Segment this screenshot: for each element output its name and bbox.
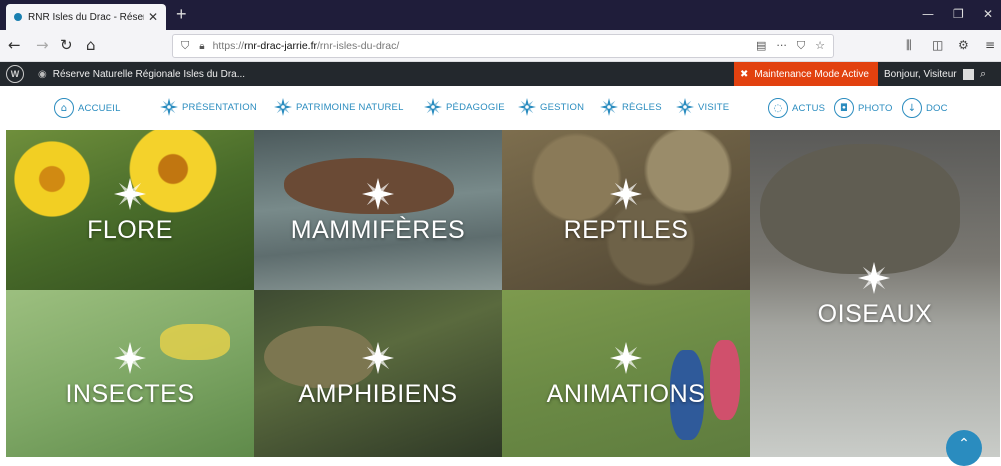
nav-accueil-label: ACCUEIL xyxy=(78,102,121,114)
compass-star-icon xyxy=(160,98,178,116)
shield-icon[interactable]: ⛉ xyxy=(181,39,189,53)
wordpress-logo-icon[interactable]: W xyxy=(6,65,24,83)
compass-star-icon xyxy=(610,342,642,374)
extension-icon[interactable]: ⚙ xyxy=(958,38,969,52)
tile-amphibiens-label: AMPHIBIENS xyxy=(298,380,458,408)
browser-tab-bar: RNR Isles du Drac - Réserve Na ✕ + — ❐ ✕ xyxy=(0,0,1001,30)
back-icon[interactable]: ← xyxy=(8,36,21,54)
tile-amphibiens[interactable]: AMPHIBIENS xyxy=(254,290,502,457)
nav-patrimoine[interactable]: PATRIMOINE NATUREL xyxy=(274,98,404,116)
nav-actus-label: ACTUS xyxy=(792,102,826,114)
tile-animations[interactable]: ANIMATIONS xyxy=(502,290,750,457)
scroll-top-button[interactable]: ⌃ xyxy=(946,430,982,466)
nav-accueil[interactable]: ⌂ ACCUEIL xyxy=(54,98,121,118)
sidebar-icon[interactable]: ◫ xyxy=(932,38,943,52)
compass-star-icon xyxy=(600,98,618,116)
maintenance-badge[interactable]: ✖ Maintenance Mode Active xyxy=(734,62,878,86)
tile-insectes-label: INSECTES xyxy=(65,380,195,408)
nav-presentation[interactable]: PRÉSENTATION xyxy=(160,98,257,116)
site-favicon-icon xyxy=(14,13,22,21)
nav-photo-label: PHOTO xyxy=(858,102,893,114)
nav-doc-label: DOC xyxy=(926,102,948,114)
compass-star-icon xyxy=(676,98,694,116)
wp-admin-bar: W ◉ Réserve Naturelle Régionale Isles du… xyxy=(0,62,1001,86)
nav-visite[interactable]: VISITE xyxy=(676,98,729,116)
tile-mammiferes-label: MAMMIFÈRES xyxy=(290,216,466,244)
greeting-label: Bonjour, Visiteur xyxy=(884,68,957,80)
page-actions-icon[interactable]: ··· xyxy=(776,39,787,53)
site-nav: ⌂ ACCUEIL PRÉSENTATION PATRIMOINE NATURE… xyxy=(0,86,1001,130)
compass-star-icon xyxy=(362,342,394,374)
maximize-icon[interactable]: ❐ xyxy=(953,7,964,21)
url-path: /rnr-isles-du-drac/ xyxy=(317,40,400,52)
compass-star-icon xyxy=(114,178,146,210)
compass-star-icon xyxy=(858,262,890,294)
tab-title: RNR Isles du Drac - Réserve Na xyxy=(28,11,144,23)
lock-icon[interactable]: 🔒︎ xyxy=(199,41,204,52)
admin-site-name[interactable]: Réserve Naturelle Régionale Isles du Dra… xyxy=(53,69,245,80)
browser-tab[interactable]: RNR Isles du Drac - Réserve Na ✕ xyxy=(6,4,166,30)
insect-image xyxy=(160,324,230,360)
tile-flore-label: FLORE xyxy=(87,216,173,244)
home-icon[interactable]: ⌂ xyxy=(86,36,96,54)
nav-visite-label: VISITE xyxy=(698,101,730,113)
compass-star-icon xyxy=(518,98,536,116)
compass-star-icon xyxy=(274,98,292,116)
library-icon[interactable]: ⫼ xyxy=(906,38,912,53)
chevron-up-icon: ⌃ xyxy=(958,436,970,452)
reload-icon[interactable]: ↻ xyxy=(60,36,73,54)
tile-oiseaux[interactable]: OISEAUX xyxy=(750,130,1000,457)
nav-pedagogie[interactable]: PÉDAGOGIE xyxy=(424,98,505,116)
tile-insectes[interactable]: INSECTES xyxy=(6,290,254,457)
download-icon: ↓ xyxy=(902,98,922,118)
toad-image xyxy=(264,326,374,388)
bookmark-star-icon[interactable]: ☆ xyxy=(815,39,825,53)
compass-star-icon xyxy=(610,178,642,210)
browser-toolbar: ← → ↻ ⌂ ⛉ 🔒︎ https:// rnr-drac-jarrie.fr… xyxy=(0,30,1001,62)
user-greeting[interactable]: Bonjour, Visiteur xyxy=(884,62,974,86)
address-bar[interactable]: ⛉ 🔒︎ https:// rnr-drac-jarrie.fr /rnr-is… xyxy=(172,34,834,58)
speech-bubble-icon: ◌ xyxy=(768,98,788,118)
forward-icon[interactable]: → xyxy=(36,36,49,54)
tab-close-icon[interactable]: ✕ xyxy=(148,10,158,24)
tile-reptiles-label: REPTILES xyxy=(563,216,689,244)
nav-actus[interactable]: ◌ ACTUS xyxy=(768,98,825,118)
dashboard-icon[interactable]: ◉ xyxy=(38,69,47,80)
maintenance-label: Maintenance Mode Active xyxy=(754,68,869,80)
url-host: rnr-drac-jarrie.fr xyxy=(244,40,318,52)
pocket-icon[interactable]: ⛉ xyxy=(797,39,805,53)
nav-doc[interactable]: ↓ DOC xyxy=(902,98,948,118)
nav-patrimoine-label: PATRIMOINE NATUREL xyxy=(296,101,404,113)
menu-icon[interactable]: ≡ xyxy=(985,38,995,52)
url-protocol: https:// xyxy=(212,40,245,52)
nav-photo[interactable]: ◘ PHOTO xyxy=(834,98,893,118)
nav-gestion[interactable]: GESTION xyxy=(518,98,584,116)
reader-view-icon[interactable]: ▤ xyxy=(756,39,766,53)
compass-star-icon xyxy=(424,98,442,116)
search-icon[interactable]: ⌕ xyxy=(980,67,986,81)
minimize-icon[interactable]: — xyxy=(922,7,934,21)
nav-gestion-label: GESTION xyxy=(540,101,585,113)
tile-oiseaux-label: OISEAUX xyxy=(817,300,933,328)
avatar xyxy=(962,68,974,80)
home-icon: ⌂ xyxy=(54,98,74,118)
tile-flore[interactable]: FLORE xyxy=(6,130,254,290)
compass-star-icon xyxy=(114,342,146,374)
tile-mammiferes[interactable]: MAMMIFÈRES xyxy=(254,130,502,290)
nav-presentation-label: PRÉSENTATION xyxy=(182,101,257,113)
nav-pedagogie-label: PÉDAGOGIE xyxy=(446,101,505,113)
tile-animations-label: ANIMATIONS xyxy=(546,380,706,408)
camera-icon: ◘ xyxy=(834,98,854,118)
flower-image xyxy=(6,138,98,220)
new-tab-button[interactable]: + xyxy=(176,5,187,23)
maintenance-icon: ✖ xyxy=(740,68,749,80)
nav-regles-label: RÈGLES xyxy=(622,101,662,113)
compass-star-icon xyxy=(362,178,394,210)
window-close-icon[interactable]: ✕ xyxy=(983,7,993,21)
nightjar-image xyxy=(760,144,960,274)
tile-reptiles[interactable]: REPTILES xyxy=(502,130,750,290)
nav-regles[interactable]: RÈGLES xyxy=(600,98,662,116)
